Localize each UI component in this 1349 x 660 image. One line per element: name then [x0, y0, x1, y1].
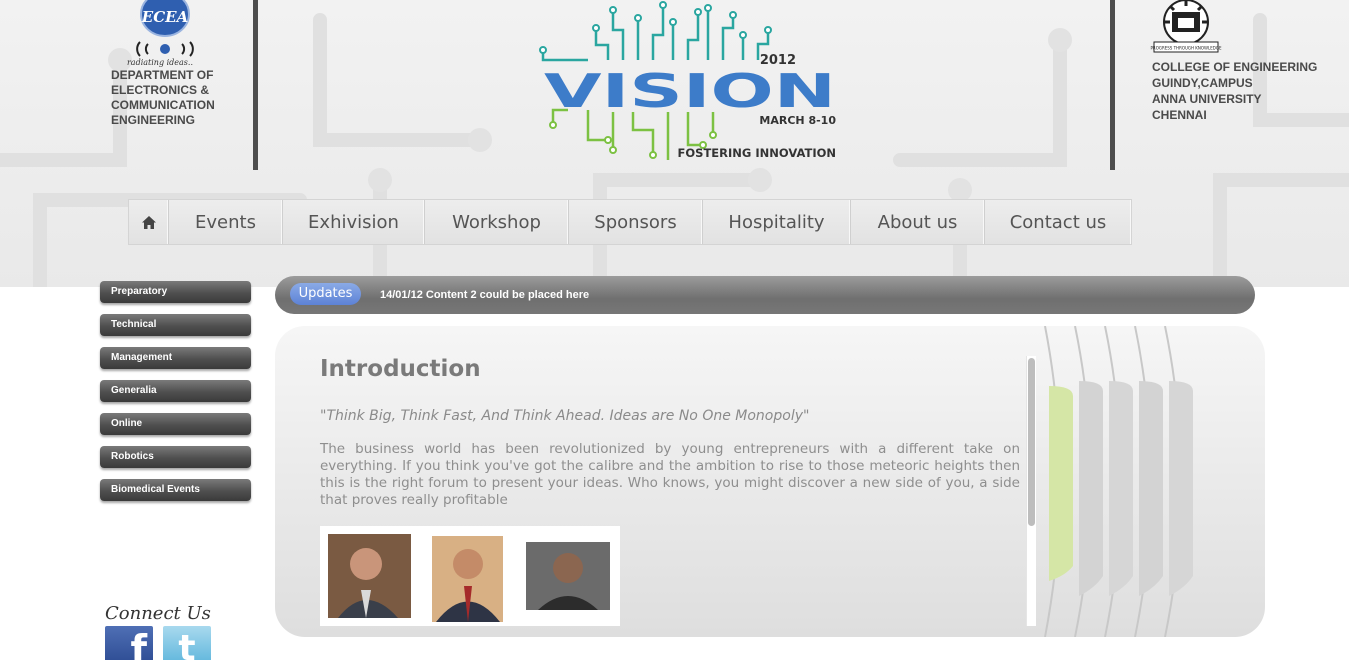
photo-entrepreneur-1: [328, 534, 411, 618]
intro-body: The business world has been revolutioniz…: [320, 441, 1020, 508]
sidebar-item-online[interactable]: Online: [100, 413, 251, 435]
nav-hospitality[interactable]: Hospitality: [703, 200, 851, 244]
introduction-panel: Introduction "Think Big, Think Fast, And…: [275, 326, 1265, 637]
scrollbar-thumb[interactable]: [1028, 358, 1035, 526]
photo-entrepreneur-2: [432, 536, 503, 622]
header-divider-left: [253, 0, 258, 170]
nav-contact-us[interactable]: Contact us: [985, 200, 1131, 244]
nav-workshop[interactable]: Workshop: [425, 200, 569, 244]
intro-title: Introduction: [320, 356, 481, 382]
nav-about-us[interactable]: About us: [851, 200, 985, 244]
intro-quote: "Think Big, Think Fast, And Think Ahead.…: [320, 408, 810, 424]
svg-text:radiating ideas..: radiating ideas..: [127, 58, 193, 67]
sidebar-item-robotics[interactable]: Robotics: [100, 446, 251, 468]
update-item[interactable]: 14/01/12 Content 2 could be placed here: [380, 289, 589, 301]
sidebar-item-management[interactable]: Management: [100, 347, 251, 369]
entrepreneur-photos: [320, 526, 620, 626]
nav-exhivision[interactable]: Exhivision: [283, 200, 425, 244]
update-text: Content 2 could be placed here: [425, 289, 590, 301]
svg-text:VISION: VISION: [544, 64, 836, 118]
sidebar-item-technical[interactable]: Technical: [100, 314, 251, 336]
college-emblem: PROGRESS THROUGH KNOWLEDGE: [1151, 0, 1222, 53]
sidebar-item-preparatory[interactable]: Preparatory: [100, 281, 251, 303]
accordion-tabs-decoration: [1044, 326, 1193, 637]
main-nav: Events Exhivision Workshop Sponsors Hosp…: [128, 199, 1132, 245]
ecea-logo: ECEA radiating ideas..: [127, 0, 194, 67]
vision-2012-logo: 2012 VISION MARCH 8-10 FOSTERING INNOVAT…: [539, 1, 836, 160]
svg-text:ECEA: ECEA: [141, 8, 188, 26]
college-name: COLLEGE OF ENGINEERING GUINDY,CAMPUS ANN…: [1152, 60, 1318, 122]
twitter-icon[interactable]: t: [163, 626, 211, 660]
updates-label: Updates: [290, 283, 361, 305]
svg-text:PROGRESS THROUGH KNOWLEDGE: PROGRESS THROUGH KNOWLEDGE: [1151, 46, 1222, 51]
nav-events[interactable]: Events: [169, 200, 283, 244]
svg-text:FOSTERING INNOVATION: FOSTERING INNOVATION: [678, 146, 836, 160]
facebook-icon[interactable]: f: [105, 626, 153, 660]
nav-home[interactable]: [129, 200, 169, 244]
photo-entrepreneur-3: [526, 542, 610, 610]
sidebar-item-biomedical-events[interactable]: Biomedical Events: [100, 479, 251, 501]
svg-text:MARCH 8-10: MARCH 8-10: [759, 114, 836, 127]
connect-us-label: Connect Us: [105, 603, 211, 624]
department-name: DEPARTMENT OF ELECTRONICS & COMMUNICATIO…: [111, 68, 215, 127]
home-icon: [141, 215, 156, 229]
header-divider-right: [1110, 0, 1115, 170]
updates-ticker: Updates 14/01/12 Content 2 could be plac…: [275, 276, 1255, 314]
sidebar-item-generalia[interactable]: Generalia: [100, 380, 251, 402]
nav-sponsors[interactable]: Sponsors: [569, 200, 703, 244]
update-date: 14/01/12: [380, 289, 423, 301]
